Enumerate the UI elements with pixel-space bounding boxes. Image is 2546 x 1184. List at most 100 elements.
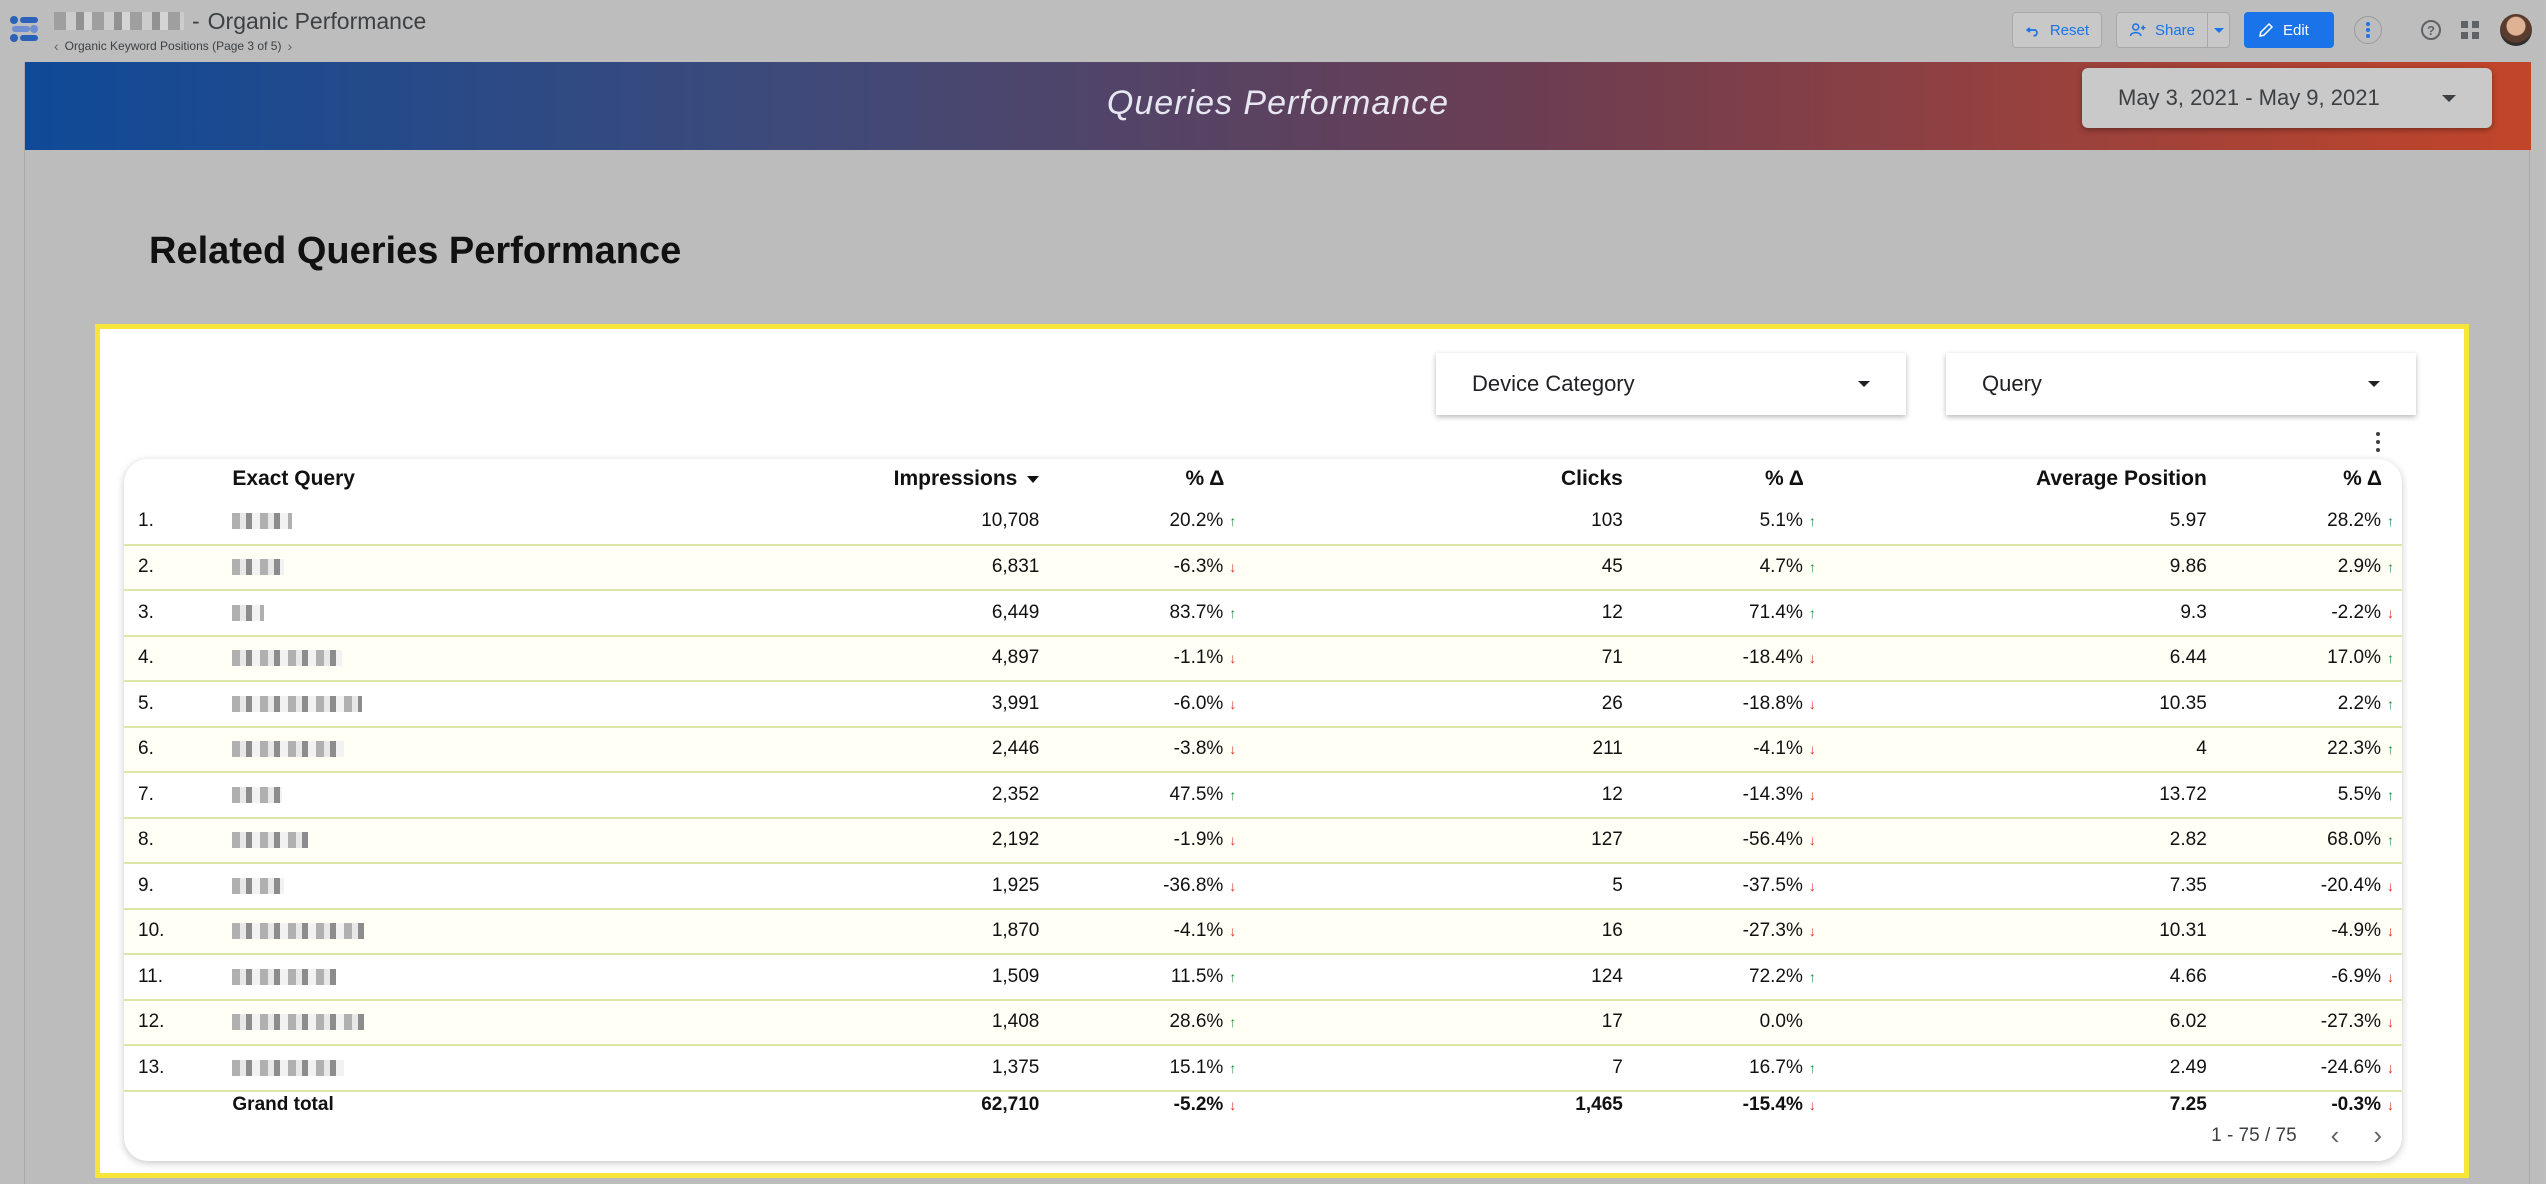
arrow-up-icon: ↑ xyxy=(1229,604,1237,621)
table-row[interactable]: 6. 2,446 -3.8% ↓ 211 -4.1% ↓ 4 22.3% ↑ xyxy=(124,726,2402,773)
arrow-down-icon: ↓ xyxy=(2387,604,2394,621)
reset-button[interactable]: Reset xyxy=(2012,12,2102,48)
query-cell[interactable] xyxy=(232,635,625,682)
share-dropdown[interactable] xyxy=(2207,13,2229,47)
device-category-filter[interactable]: Device Category xyxy=(1436,353,1906,415)
help-icon: ? xyxy=(2421,20,2441,40)
impressions-delta-cell-value: -6.3% xyxy=(1173,556,1224,578)
clicks-cell: 45 xyxy=(1244,544,1631,591)
edit-button[interactable]: Edit xyxy=(2244,12,2334,48)
query-filter[interactable]: Query xyxy=(1946,353,2416,415)
exact-query-header[interactable]: Exact Query xyxy=(232,459,624,499)
query-cell[interactable] xyxy=(232,999,625,1046)
clicks-cell: 103 xyxy=(1244,499,1631,546)
table-row[interactable]: 3. 6,449 83.7% ↑ 12 71.4% ↑ 9.3 -2.2% ↓ xyxy=(124,590,2402,637)
redacted-query xyxy=(232,923,365,940)
row-index: 7. xyxy=(124,772,233,819)
table-row[interactable]: 5. 3,991 -6.0% ↓ 26 -18.8% ↓ 10.35 2.2% ↑ xyxy=(124,681,2402,728)
query-cell[interactable] xyxy=(232,863,625,910)
arrow-down-icon: ↓ xyxy=(1229,559,1237,576)
impressions-header[interactable]: Impressions xyxy=(624,459,1047,499)
table-row[interactable]: 2. 6,831 -6.3% ↓ 45 4.7% ↑ 9.86 2.9% ↑ xyxy=(124,544,2402,591)
position-cell: 2.82 xyxy=(1823,817,2215,864)
query-cell[interactable] xyxy=(232,1045,625,1092)
impressions-delta-cell-value: -4.1% xyxy=(1173,920,1224,942)
table-row[interactable]: 13. 1,375 15.1% ↑ 7 16.7% ↑ 2.49 -24.6% ↓ xyxy=(124,1045,2402,1092)
impressions-delta-cell-value: -36.8% xyxy=(1163,874,1224,896)
impressions-delta-header[interactable]: % Δ xyxy=(1047,459,1244,499)
position-delta-cell-value: -4.9% xyxy=(2331,920,2381,942)
position-cell: 6.02 xyxy=(1823,999,2215,1046)
table-more-options-icon[interactable] xyxy=(2368,429,2388,455)
average-position-header[interactable]: Average Position xyxy=(1824,459,2215,499)
query-cell[interactable] xyxy=(232,681,625,728)
next-page-table-icon[interactable]: › xyxy=(2373,1120,2382,1151)
clicks-delta-cell: -37.5% ↓ xyxy=(1630,863,1824,910)
table-row[interactable]: 7. 2,352 47.5% ↑ 12 -14.3% ↓ 13.72 5.5% ↑ xyxy=(124,772,2402,819)
previous-page-icon[interactable]: ‹ xyxy=(54,38,59,54)
total-position: 7.25 xyxy=(2169,1094,2207,1115)
arrow-down-icon: ↓ xyxy=(1229,832,1237,849)
clicks-delta-cell-value: -14.3% xyxy=(1742,783,1803,805)
redacted-query xyxy=(232,604,265,621)
apps-button[interactable] xyxy=(2456,16,2484,44)
query-cell[interactable] xyxy=(232,726,625,773)
next-page-icon[interactable]: › xyxy=(287,38,292,54)
query-cell[interactable] xyxy=(232,499,625,546)
arrow-up-icon: ↑ xyxy=(1229,513,1237,530)
previous-page-table-icon[interactable]: ‹ xyxy=(2331,1120,2340,1151)
impressions-delta-cell-value: -6.0% xyxy=(1173,692,1224,714)
query-cell[interactable] xyxy=(232,817,625,864)
table-row[interactable]: 10. 1,870 -4.1% ↓ 16 -27.3% ↓ 10.31 -4.9% ↓ xyxy=(124,908,2402,955)
clicks-delta-header[interactable]: % Δ xyxy=(1631,459,1824,499)
table-row[interactable]: 4. 4,897 -1.1% ↓ 71 -18.4% ↓ 6.44 17.0% ↑ xyxy=(124,635,2402,682)
table-row[interactable]: 9. 1,925 -36.8% ↓ 5 -37.5% ↓ 7.35 -20.4% ↓ xyxy=(124,863,2402,910)
clicks-cell: 5 xyxy=(1244,863,1631,910)
clicks-cell: 7 xyxy=(1244,1045,1631,1092)
add-person-icon xyxy=(2129,23,2146,37)
table-row[interactable]: 8. 2,192 -1.9% ↓ 127 -56.4% ↓ 2.82 68.0% ↑ xyxy=(124,817,2402,864)
pagination-range: 1 - 75 / 75 xyxy=(2211,1124,2297,1146)
position-cell: 10.35 xyxy=(1823,681,2215,728)
clicks-header[interactable]: Clicks xyxy=(1244,459,1631,499)
more-options-button[interactable] xyxy=(2354,16,2382,44)
redacted-query xyxy=(232,968,337,985)
redacted-query xyxy=(232,513,293,530)
total-impressions-delta: -5.2% ↓ xyxy=(1047,1091,1244,1119)
position-delta-cell: -24.6% ↓ xyxy=(2214,1045,2402,1092)
impressions-cell: 2,192 xyxy=(624,817,1048,864)
share-button[interactable]: Share xyxy=(2116,12,2230,48)
table-row[interactable]: 12. 1,408 28.6% ↑ 17 0.0% 6.02 -27.3% ↓ xyxy=(124,999,2402,1046)
clicks-delta-cell-value: -37.5% xyxy=(1742,874,1803,896)
undo-icon xyxy=(2025,27,2038,37)
position-delta-cell: -4.9% ↓ xyxy=(2214,908,2402,955)
impressions-delta-cell: 20.2% ↑ xyxy=(1047,499,1245,546)
total-clicks-delta: -15.4% ↓ xyxy=(1631,1091,1824,1119)
grand-total-row: Grand total 62,710 -5.2% ↓ 1,465 -15.4% ↓ … xyxy=(124,1091,2402,1119)
query-cell[interactable] xyxy=(232,954,625,1001)
position-delta-cell-value: 28.2% xyxy=(2327,510,2381,532)
looker-studio-logo-icon[interactable] xyxy=(8,14,42,44)
clicks-delta-cell: -18.4% ↓ xyxy=(1630,635,1824,682)
query-cell[interactable] xyxy=(232,544,625,591)
query-cell[interactable] xyxy=(232,908,625,955)
row-index: 11. xyxy=(124,954,233,1001)
table-row[interactable]: 11. 1,509 11.5% ↑ 124 72.2% ↑ 4.66 -6.9% ↓ xyxy=(124,954,2402,1001)
query-cell[interactable] xyxy=(232,590,625,637)
page-label[interactable]: Organic Keyword Positions (Page 3 of 5) xyxy=(65,39,282,53)
table-row[interactable]: 1. 10,708 20.2% ↑ 103 5.1% ↑ 5.97 28.2% ↑ xyxy=(124,499,2402,546)
arrow-down-icon: ↓ xyxy=(1808,650,1816,667)
arrow-up-icon: ↑ xyxy=(1808,513,1816,530)
impressions-cell: 1,509 xyxy=(624,954,1048,1001)
report-title-area[interactable]: - Organic Performance xyxy=(54,6,426,36)
date-range-picker[interactable]: May 3, 2021 - May 9, 2021 xyxy=(2082,68,2492,128)
help-button[interactable]: ? xyxy=(2417,16,2445,44)
clicks-delta-cell-value: -56.4% xyxy=(1742,829,1803,851)
arrow-down-icon: ↓ xyxy=(1808,832,1816,849)
arrow-down-icon: ↓ xyxy=(1229,650,1237,667)
query-cell[interactable] xyxy=(232,772,625,819)
table-header-row: Exact Query Impressions % Δ Clicks % Δ A… xyxy=(124,459,2402,499)
position-delta-header[interactable]: % Δ xyxy=(2215,459,2402,499)
arrow-down-icon: ↓ xyxy=(1229,923,1237,940)
user-avatar[interactable] xyxy=(2500,14,2532,46)
